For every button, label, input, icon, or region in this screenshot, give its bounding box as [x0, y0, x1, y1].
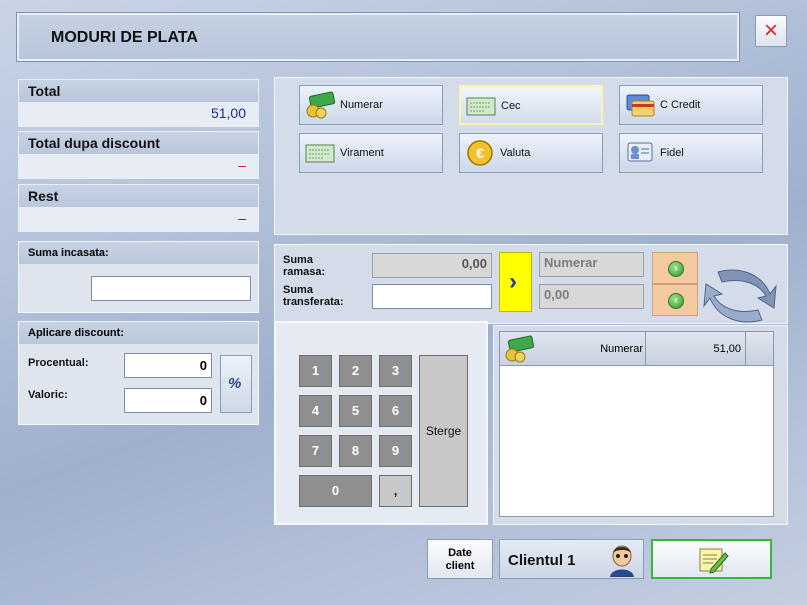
- loyalty-card-icon: [627, 142, 653, 162]
- key-4[interactable]: 4: [299, 395, 332, 427]
- key-2[interactable]: 2: [339, 355, 372, 387]
- key-0[interactable]: 0: [299, 475, 372, 507]
- credit-card-icon: [626, 94, 655, 117]
- client-name: Clientul 1: [508, 552, 576, 569]
- pay-method-label: Virament: [340, 147, 384, 159]
- key-8[interactable]: 8: [339, 435, 372, 467]
- payment-method-display: Numerar: [539, 252, 644, 277]
- close-icon: ×: [763, 17, 778, 44]
- key-1[interactable]: 1: [299, 355, 332, 387]
- svg-text:€: €: [476, 145, 484, 161]
- pay-method-label: C Credit: [660, 99, 701, 111]
- percent-icon: %: [228, 375, 242, 392]
- pay-method-valuta[interactable]: € Valuta: [459, 133, 603, 173]
- discount-total-value: –: [19, 154, 258, 178]
- pay-method-label: Numerar: [340, 99, 383, 111]
- pay-method-label: Cec: [501, 100, 521, 112]
- key-3[interactable]: 3: [379, 355, 412, 387]
- client-selector[interactable]: Clientul 1: [499, 539, 644, 579]
- confirm-button[interactable]: [651, 539, 772, 579]
- suma-transferata-label: Suma transferata:: [283, 284, 344, 308]
- chevron-right-icon: ›: [509, 268, 517, 295]
- row-method: Numerar: [600, 343, 643, 355]
- procentual-label: Procentual:: [28, 357, 89, 369]
- row-amount-cell: 51,00: [645, 332, 746, 366]
- total-label: Total: [19, 80, 258, 102]
- page-title: MODURI DE PLATA: [51, 29, 198, 46]
- pay-method-virament[interactable]: Virament: [299, 133, 443, 173]
- key-7[interactable]: 7: [299, 435, 332, 467]
- payments-table: Numerar 51,00: [499, 331, 774, 517]
- payment-amount-display: 0,00: [539, 284, 644, 309]
- edit-note-icon: [699, 548, 729, 574]
- discount-label: Aplicare discount:: [19, 322, 258, 344]
- valoric-label: Valoric:: [28, 389, 68, 401]
- pay-method-cec[interactable]: Cec: [459, 85, 603, 125]
- pay-method-label: Valuta: [500, 147, 531, 159]
- rest-box: Rest –: [18, 184, 259, 232]
- total-value: 51,00: [19, 102, 258, 126]
- cash-icon: [306, 91, 336, 119]
- transfer-arrow-button[interactable]: ›: [499, 252, 532, 312]
- clear-button[interactable]: Sterge: [419, 355, 468, 507]
- arrow-right-icon: ›: [668, 261, 684, 277]
- suma-incasata-label: Suma incasata:: [19, 242, 258, 264]
- key-comma[interactable]: ,: [379, 475, 412, 507]
- apply-discount-button[interactable]: %: [220, 355, 252, 413]
- client-data-button[interactable]: Date client: [427, 539, 493, 579]
- key-9[interactable]: 9: [379, 435, 412, 467]
- suma-ramasa-value: 0,00: [372, 253, 492, 278]
- transfer-icon: [305, 144, 335, 163]
- discount-total-box: Total dupa discount –: [18, 131, 259, 179]
- suma-transferata-input[interactable]: [372, 284, 492, 309]
- rest-value: –: [19, 207, 258, 231]
- suma-incasata-panel: Suma incasata:: [18, 241, 259, 313]
- discount-panel: Aplicare discount: Procentual: Valoric: …: [18, 321, 259, 425]
- rest-label: Rest: [19, 185, 258, 207]
- table-row[interactable]: Numerar 51,00: [500, 332, 773, 366]
- title-bar: MODURI DE PLATA: [16, 12, 740, 62]
- cash-icon: [505, 335, 535, 363]
- avatar-icon: [610, 545, 634, 577]
- move-left-button[interactable]: ‹: [652, 284, 698, 316]
- arrow-left-icon: ‹: [668, 293, 684, 309]
- pay-method-credit-card[interactable]: C Credit: [619, 85, 763, 125]
- suma-incasata-input[interactable]: [91, 276, 251, 301]
- valoric-input[interactable]: [124, 388, 212, 413]
- euro-coin-icon: €: [467, 140, 493, 166]
- pay-method-fidel[interactable]: Fidel: [619, 133, 763, 173]
- pay-method-label: Fidel: [660, 147, 684, 159]
- close-button[interactable]: ×: [755, 15, 787, 47]
- suma-ramasa-label: Suma ramasa:: [283, 254, 326, 278]
- pay-method-numerar[interactable]: Numerar: [299, 85, 443, 125]
- move-right-button[interactable]: ›: [652, 252, 698, 284]
- swap-arrows-icon: [703, 269, 777, 323]
- discount-total-label: Total dupa discount: [19, 132, 258, 154]
- key-6[interactable]: 6: [379, 395, 412, 427]
- row-amount: 51,00: [713, 343, 741, 355]
- cheque-icon: [466, 97, 496, 116]
- total-box: Total 51,00: [18, 79, 259, 127]
- procentual-input[interactable]: [124, 353, 212, 378]
- key-5[interactable]: 5: [339, 395, 372, 427]
